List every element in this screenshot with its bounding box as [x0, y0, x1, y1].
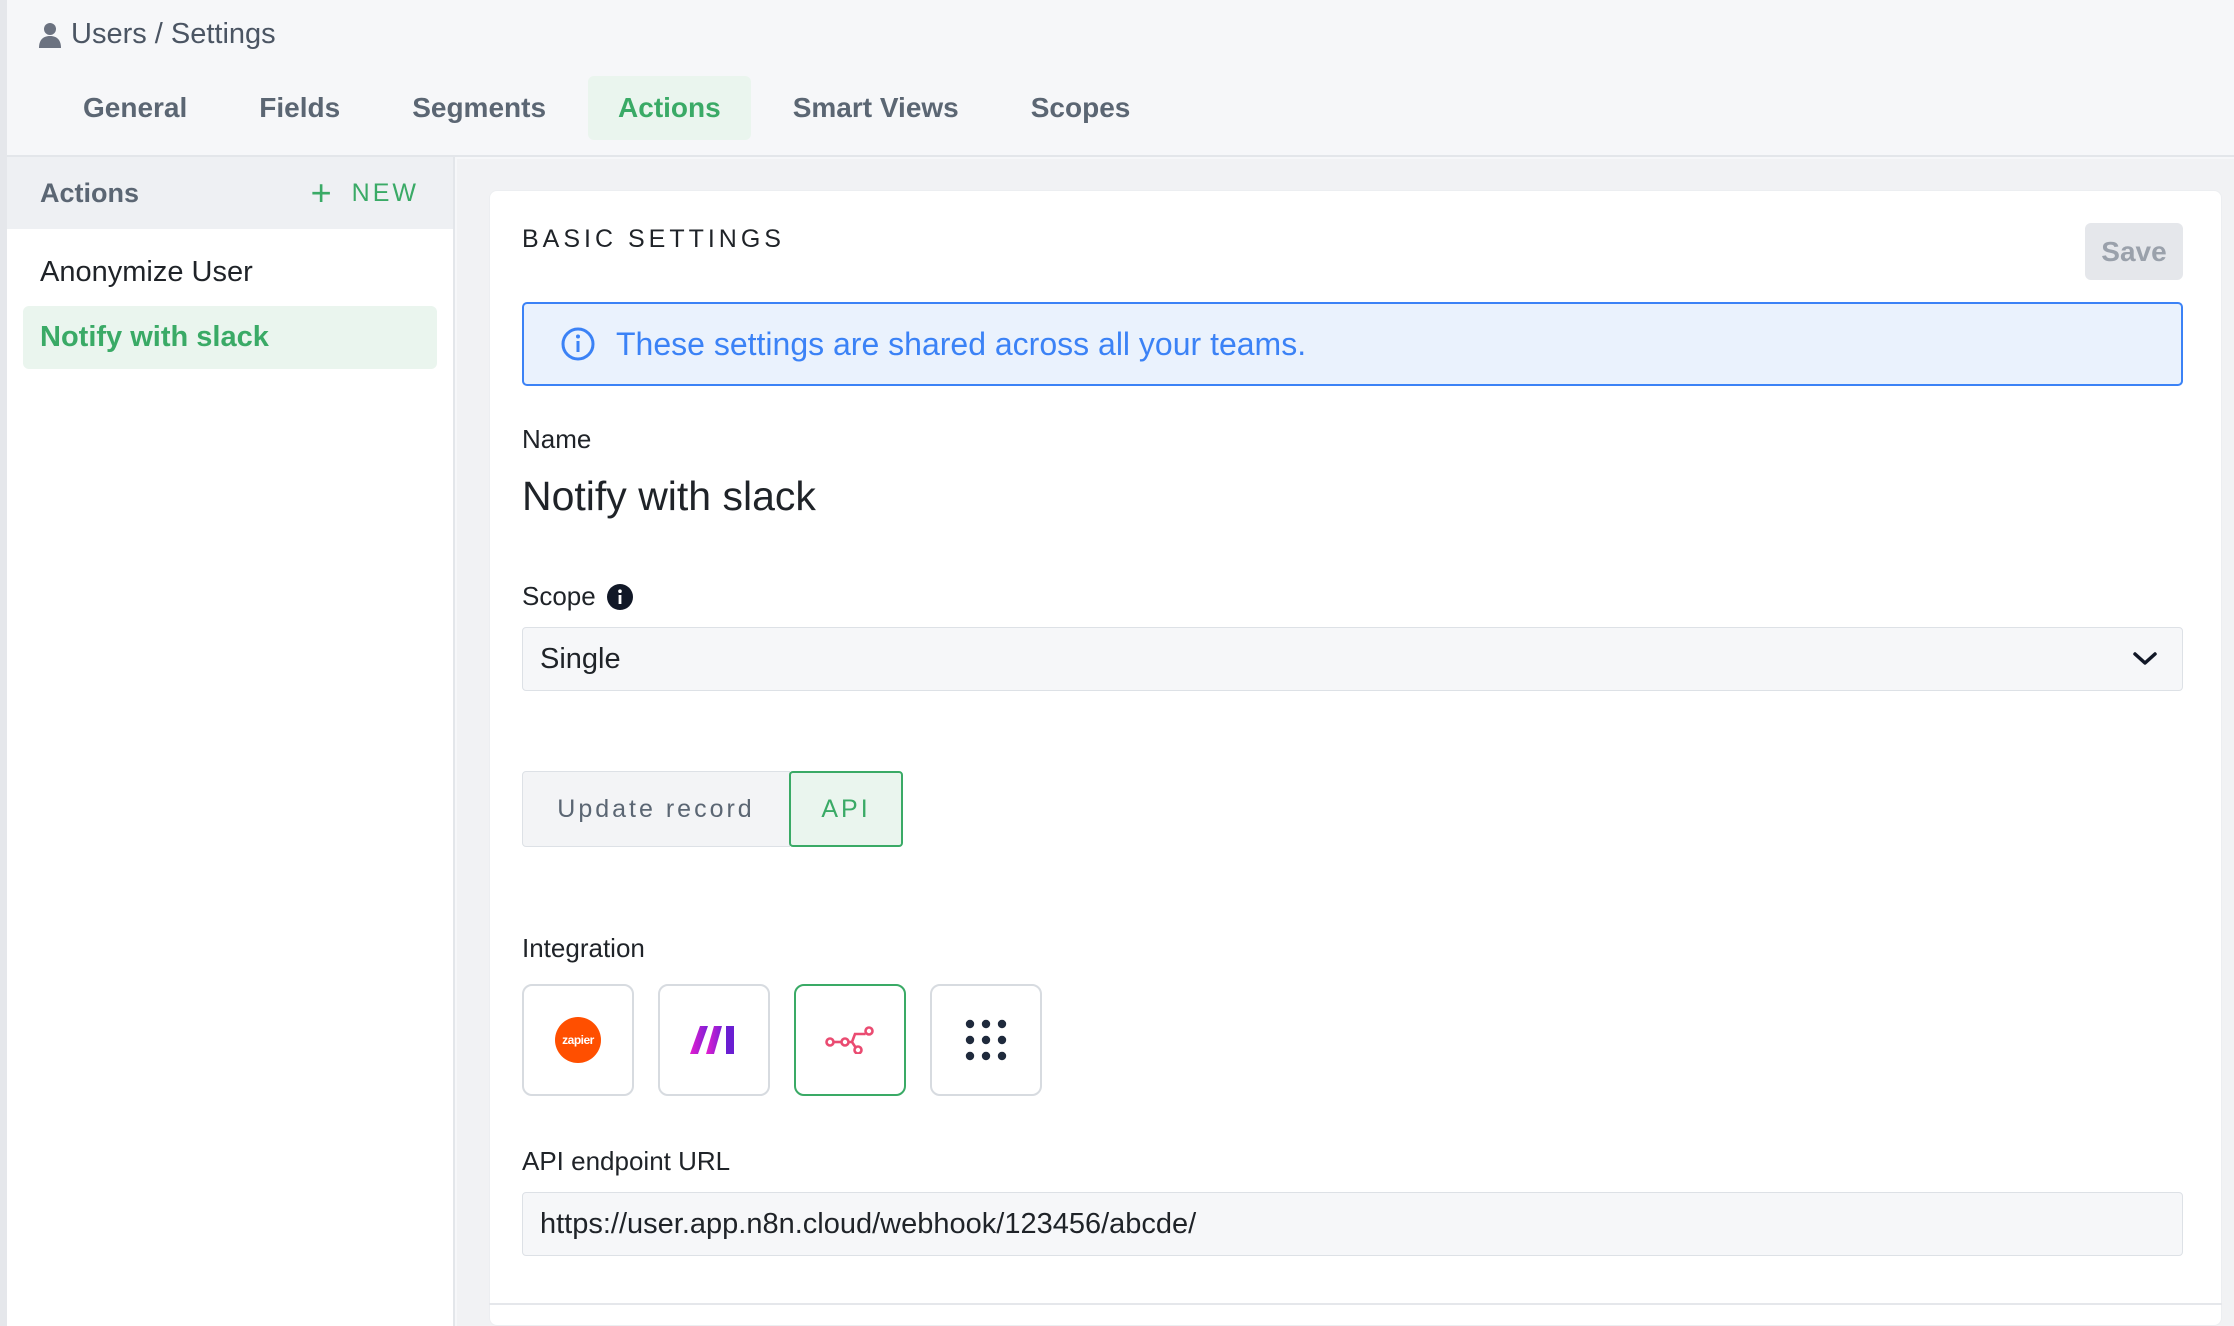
scope-select-value: Single	[540, 642, 621, 675]
new-action-label: NEW	[351, 178, 419, 207]
breadcrumb-text[interactable]: Users / Settings	[71, 18, 276, 51]
plus-icon: +	[310, 172, 332, 213]
scope-label-row: Scope	[522, 581, 634, 612]
card-divider	[489, 1303, 2222, 1305]
scope-label: Scope	[522, 581, 596, 611]
sidebar-title: Actions	[40, 177, 140, 208]
window-edge	[0, 0, 7, 1326]
api-endpoint-input[interactable]	[522, 1192, 2183, 1256]
info-icon	[561, 327, 595, 361]
api-option[interactable]: API	[789, 771, 903, 847]
actions-list: Anonymize User Notify with slack	[7, 229, 453, 383]
info-banner: These settings are shared across all you…	[522, 302, 2183, 386]
page-header: Users / Settings General Fields Segments…	[7, 0, 2234, 157]
chevron-down-icon	[2133, 652, 2157, 665]
settings-tabs: General Fields Segments Actions Smart Vi…	[53, 76, 1172, 140]
new-action-button[interactable]: + NEW	[311, 175, 419, 211]
name-label: Name	[522, 424, 592, 454]
breadcrumb: Users / Settings	[39, 18, 276, 51]
action-type-toggle: Update record API	[522, 771, 903, 847]
info-filled-icon[interactable]	[606, 583, 634, 611]
save-button[interactable]: Save	[2085, 223, 2183, 280]
update-record-option[interactable]: Update record	[522, 771, 790, 847]
tab-scopes[interactable]: Scopes	[1001, 76, 1161, 140]
integration-label: Integration	[522, 933, 645, 963]
settings-card: BASIC SETTINGS Save These settings are s…	[489, 190, 2222, 1326]
make-icon	[690, 1026, 734, 1054]
integration-picker: zapier	[522, 984, 1066, 1096]
integration-zapier[interactable]: zapier	[522, 984, 634, 1096]
zapier-icon: zapier	[555, 1017, 601, 1063]
grid-dots-icon	[965, 1019, 1007, 1061]
tab-actions[interactable]: Actions	[588, 76, 751, 140]
tab-general[interactable]: General	[53, 76, 217, 140]
endpoint-label: API endpoint URL	[522, 1146, 731, 1176]
tab-smart-views[interactable]: Smart Views	[763, 76, 989, 140]
integration-n8n[interactable]	[794, 984, 906, 1096]
integration-more[interactable]	[930, 984, 1042, 1096]
user-icon	[39, 22, 61, 48]
sidebar-item-notify-with-slack[interactable]: Notify with slack	[23, 306, 437, 369]
sidebar-item-anonymize-user[interactable]: Anonymize User	[23, 241, 437, 304]
tab-segments[interactable]: Segments	[382, 76, 576, 140]
n8n-icon	[825, 1026, 874, 1054]
tab-fields[interactable]: Fields	[229, 76, 370, 140]
scope-select[interactable]: Single	[522, 627, 2183, 691]
info-banner-text: These settings are shared across all you…	[616, 325, 1307, 362]
action-name-value[interactable]: Notify with slack	[522, 473, 816, 520]
actions-sidebar: Actions + NEW Anonymize User Notify with…	[7, 157, 455, 1326]
sidebar-header: Actions + NEW	[7, 157, 453, 229]
section-title: BASIC SETTINGS	[522, 225, 785, 253]
integration-make[interactable]	[658, 984, 770, 1096]
